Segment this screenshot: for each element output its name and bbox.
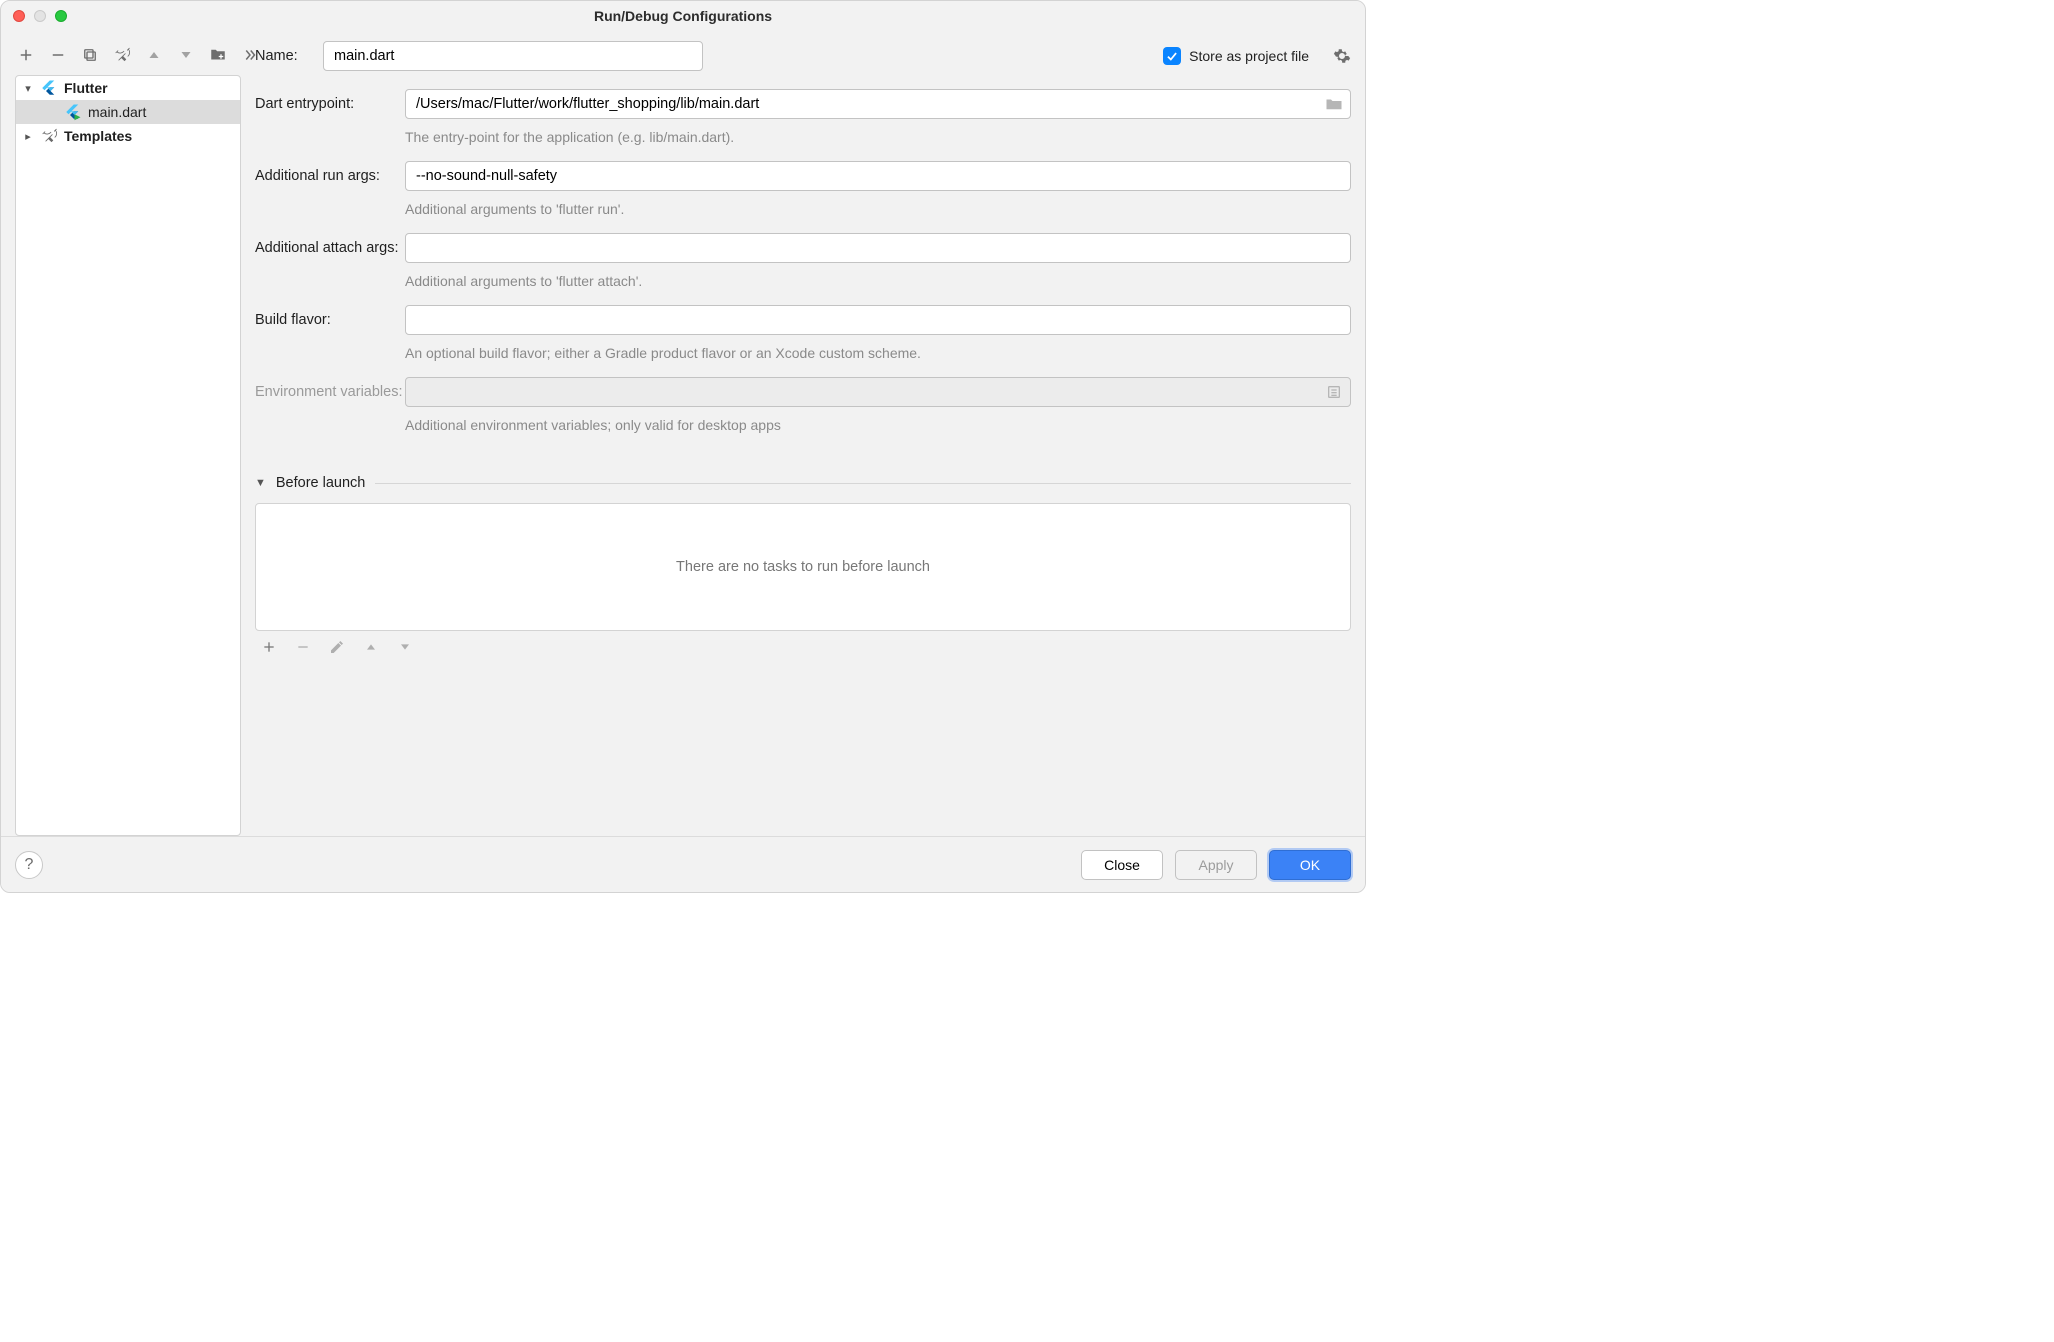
dialog-window: Run/Debug Configurations xyxy=(0,0,1366,893)
attach-args-label: Additional attach args: xyxy=(255,240,405,256)
add-configuration-icon[interactable] xyxy=(17,46,35,64)
chevron-down-icon: ▼ xyxy=(255,477,266,489)
flutter-icon xyxy=(40,79,58,97)
separator xyxy=(375,483,1351,484)
move-task-up-icon xyxy=(363,639,379,655)
dart-entrypoint-hint: The entry-point for the application (e.g… xyxy=(255,129,1351,145)
chevron-right-icon: ▸ xyxy=(22,130,34,143)
edit-configuration-icon[interactable] xyxy=(113,46,131,64)
run-args-input[interactable] xyxy=(405,161,1351,191)
sidebar-toolbar xyxy=(15,41,241,69)
before-launch-section: ▼ Before launch There are no tasks to ru… xyxy=(255,475,1351,663)
chevron-down-icon: ▾ xyxy=(22,82,34,95)
minimize-window-icon xyxy=(34,10,46,22)
run-args-label: Additional run args: xyxy=(255,168,405,184)
gear-icon[interactable] xyxy=(1333,47,1351,65)
list-icon[interactable] xyxy=(1325,384,1343,400)
checkbox-checked-icon xyxy=(1163,47,1181,65)
before-launch-empty-text: There are no tasks to run before launch xyxy=(676,559,930,575)
copy-configuration-icon[interactable] xyxy=(81,46,99,64)
store-as-project-file-label: Store as project file xyxy=(1189,48,1309,64)
titlebar: Run/Debug Configurations xyxy=(1,1,1365,31)
configuration-form: Name: Store as project file Da xyxy=(241,31,1365,836)
tree-node-label: main.dart xyxy=(88,104,146,120)
flutter-run-icon xyxy=(64,103,82,121)
env-vars-input xyxy=(405,377,1351,407)
attach-args-hint: Additional arguments to 'flutter attach'… xyxy=(255,273,1351,289)
tree-node-label: Flutter xyxy=(64,80,108,96)
build-flavor-hint: An optional build flavor; either a Gradl… xyxy=(255,345,1351,361)
before-launch-list: There are no tasks to run before launch xyxy=(255,503,1351,631)
tree-node-templates[interactable]: ▸ Templates xyxy=(16,124,240,148)
move-down-icon[interactable] xyxy=(177,46,195,64)
remove-configuration-icon[interactable] xyxy=(49,46,67,64)
before-launch-toolbar xyxy=(255,631,1351,663)
window-title: Run/Debug Configurations xyxy=(1,8,1365,24)
tree-node-main-dart[interactable]: main.dart xyxy=(16,100,240,124)
folder-add-icon[interactable] xyxy=(209,46,227,64)
dart-entrypoint-input[interactable] xyxy=(405,89,1351,119)
close-window-icon[interactable] xyxy=(13,10,25,22)
run-args-hint: Additional arguments to 'flutter run'. xyxy=(255,201,1351,217)
env-vars-label: Environment variables: xyxy=(255,384,405,400)
remove-task-icon xyxy=(295,639,311,655)
edit-task-icon xyxy=(329,639,345,655)
close-button[interactable]: Close xyxy=(1081,850,1163,880)
build-flavor-label: Build flavor: xyxy=(255,312,405,328)
move-up-icon[interactable] xyxy=(145,46,163,64)
dialog-footer: ? Close Apply OK xyxy=(1,836,1365,892)
store-as-project-file-checkbox[interactable]: Store as project file xyxy=(1163,47,1309,65)
before-launch-header[interactable]: ▼ Before launch xyxy=(255,475,1351,491)
name-input[interactable] xyxy=(323,41,703,71)
add-task-icon[interactable] xyxy=(261,639,277,655)
browse-folder-icon[interactable] xyxy=(1325,96,1343,112)
env-vars-hint: Additional environment variables; only v… xyxy=(255,417,1351,433)
dart-entrypoint-label: Dart entrypoint: xyxy=(255,96,405,112)
move-task-down-icon xyxy=(397,639,413,655)
build-flavor-input[interactable] xyxy=(405,305,1351,335)
wrench-icon xyxy=(40,127,58,145)
zoom-window-icon[interactable] xyxy=(55,10,67,22)
attach-args-input[interactable] xyxy=(405,233,1351,263)
help-button[interactable]: ? xyxy=(15,851,43,879)
window-controls xyxy=(13,10,67,22)
name-label: Name: xyxy=(255,48,307,64)
tree-node-label: Templates xyxy=(64,128,132,144)
ok-button[interactable]: OK xyxy=(1269,850,1351,880)
sidebar: ▾ Flutter main.dart ▸ xyxy=(1,31,241,836)
configuration-tree: ▾ Flutter main.dart ▸ xyxy=(15,75,241,836)
tree-node-flutter[interactable]: ▾ Flutter xyxy=(16,76,240,100)
apply-button: Apply xyxy=(1175,850,1257,880)
before-launch-label: Before launch xyxy=(276,475,365,491)
